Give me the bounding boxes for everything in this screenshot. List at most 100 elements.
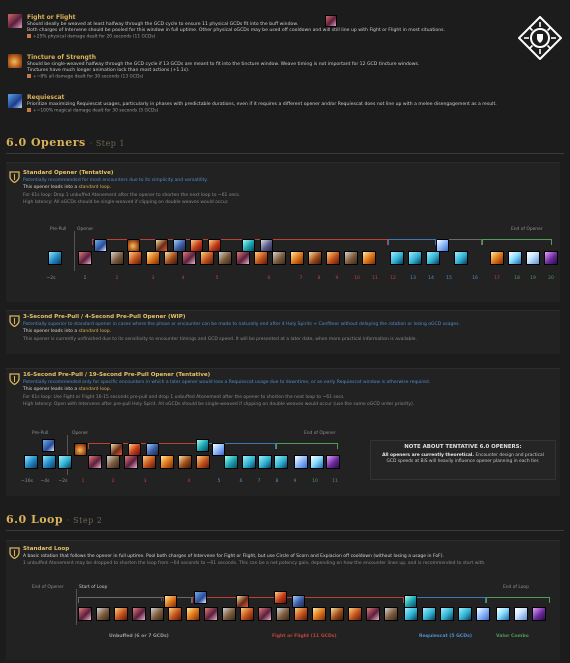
fast-blade-icon [78,251,92,265]
buff-effect: +~8% all damage dealt for 30 seconds (13… [27,74,507,80]
standard-loop-link[interactable]: standard loop [79,185,110,190]
gcd-number: 7 [257,479,261,484]
holy-circle-icon [440,607,454,621]
section-divider [6,530,564,531]
holy-circle-icon [408,251,422,265]
circle-of-scorn-icon [155,239,168,252]
opener-leads-into: This opener leads into a standard loop. [23,387,112,392]
expiacion-icon [292,595,305,608]
holy-circle-icon [242,455,256,469]
expiacion-icon [173,239,186,252]
circle-of-scorn-icon [236,595,249,608]
shield-icon [9,373,20,385]
requiescat-icon [224,455,238,469]
gcd-number: 17 [494,276,500,281]
fight-or-flight-small-icon [325,15,337,27]
holy-circle-icon [58,455,72,469]
royal-authority-icon [348,607,362,621]
requiescat-icon [404,595,417,608]
riot-blade-icon [222,607,236,621]
riot-blade-icon [218,251,232,265]
opener-leads-into: This opener leads into a standard loop. [23,185,112,190]
confiteor-icon [476,607,490,621]
holy-circle-icon [454,251,468,265]
buff-title: Requiescat [27,94,65,101]
sword-icon [260,239,273,252]
intervene-icon [208,239,221,252]
gcd-number: ~16s [20,479,34,484]
atonement-icon [146,251,160,265]
blade-of-truth-icon [326,455,340,469]
fight-or-flight-icon [94,239,107,252]
holy-circle-icon [258,455,272,469]
gcd-number: 15 [446,276,452,281]
fast-blade-icon [88,455,102,469]
goring-blade-icon [164,251,178,265]
fast-blade-icon [132,607,146,621]
blade-of-faith-icon [496,607,510,621]
gcd-number: 4 [187,479,191,484]
paladin-job-icon [518,16,562,60]
royal-authority-icon [326,251,340,265]
gcd-number: 8 [317,276,321,281]
holy-spirit-icon [48,251,62,265]
atonement-icon [164,595,177,608]
opener-note: For 61s loop: Drop 1 unbuffed Atonement … [23,193,241,198]
fast-blade-icon [78,607,92,621]
opener-note: This opener is currently unfinished due … [23,337,417,342]
expiacion-icon [146,443,159,456]
fast-blade-icon [204,607,218,621]
holy-circle-icon [390,251,404,265]
gcd-number: 3 [143,479,147,484]
royal-authority-icon [294,607,308,621]
atonement-icon [160,455,174,469]
gcd-number: 11 [372,276,378,281]
opener-leads-into: This opener leads into a standard loop. [23,329,112,334]
gcd-number: 18 [514,276,520,281]
royal-authority-icon [128,251,142,265]
gcd-number: 19 [530,276,536,281]
opener-title: 16-Second Pre-Pull / 19-Second Pre-Pull … [23,372,211,378]
riot-blade-icon [106,455,120,469]
confiteor-icon [294,455,308,469]
standard-loop-panel: Standard Loop A basic rotation that foll… [6,540,560,660]
gcd-number: 13 [410,276,416,281]
standard-loop-link[interactable]: standard loop [79,387,110,392]
shield-icon [9,547,20,559]
buff-effect: +25% physical damage dealt for 20 second… [27,34,507,40]
effect-icon [27,34,31,39]
gcd-number: 12 [390,276,396,281]
royal-authority-icon [168,607,182,621]
gcd-number: 2 [115,276,119,281]
holy-circle-icon [274,455,288,469]
atonement-icon [490,251,504,265]
tincture-icon [127,239,140,252]
opener-summary: Potentially superior to standard opener … [23,322,460,327]
gcd-number: 8 [275,479,279,484]
opener-summary: Potentially recommended for most encount… [23,178,208,183]
goring-blade-icon [178,455,192,469]
intervene-icon [128,443,141,456]
buff-title: Fight or Flight [27,14,76,21]
atonement-icon [312,607,326,621]
gcd-number: 4 [181,276,185,281]
gcd-number: 6 [267,276,271,281]
standard-loop-link[interactable]: standard loop [79,329,110,334]
gcd-number: ~2s [58,479,68,484]
gcd-number: ~2s [46,276,56,281]
section-divider [6,153,564,154]
gcd-number: 5 [217,479,221,484]
holy-spirit-icon [24,455,38,469]
blade-of-valor-icon [526,251,540,265]
prepull-opener-panel: 3-Second Pre-Pull / 4-Second Pre-Pull Op… [6,310,560,354]
buff-title: Tincture of Strength [27,54,96,61]
atonement-icon [186,607,200,621]
gcd-number: 16 [472,276,478,281]
blade-of-valor-icon [514,607,528,621]
blade-of-truth-icon [544,251,558,265]
riot-blade-icon [150,607,164,621]
note-body: All openers are currently theoretical. E… [382,453,544,465]
note-title: NOTE ABOUT TENTATIVE 6.0 OPENERS: [404,444,522,450]
opener-title: Standard Opener (Tentative) [23,170,114,176]
requiescat-icon [196,439,209,452]
